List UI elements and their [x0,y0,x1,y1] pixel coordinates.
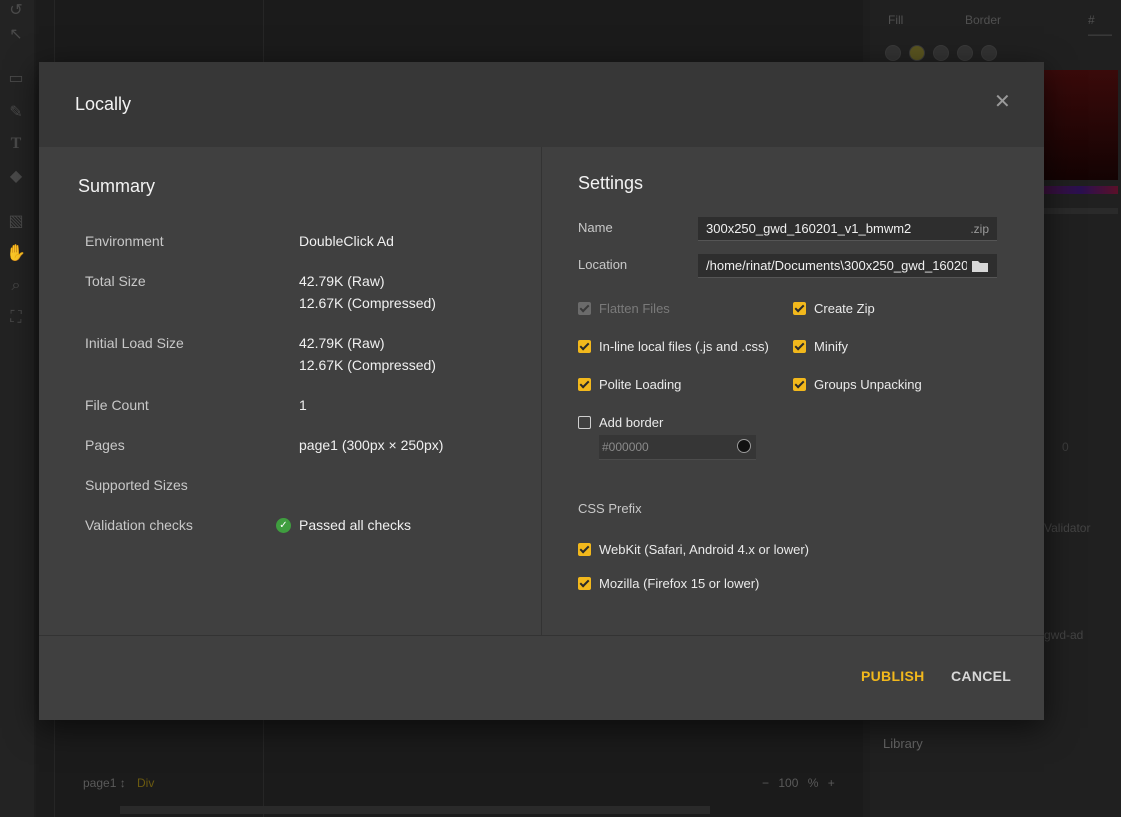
name-field: .zip [698,217,997,241]
color-picker-field[interactable] [1044,70,1118,180]
total-size-compressed: 12.67K (Compressed) [299,295,436,311]
css-prefix-label: CSS Prefix [578,501,642,516]
checkbox-box [793,340,806,353]
mozilla-label: Mozilla (Firefox 15 or lower) [599,576,760,591]
initial-load-label: Initial Load Size [85,335,184,351]
swatch-image[interactable] [981,45,997,61]
zoom-tool-icon[interactable]: ⌕ [5,275,27,297]
settings-title: Settings [578,173,644,193]
dialog-title: Locally [75,94,132,114]
checkbox-box [578,378,591,391]
zip-suffix: .zip [970,222,989,236]
alpha-slider[interactable] [1044,208,1118,214]
fill-tool-icon[interactable]: ◆ [5,166,27,188]
library-panel-title[interactable]: Library [883,736,923,751]
groups-unpacking-label: Groups Unpacking [814,377,922,392]
polite-loading-checkbox[interactable]: Polite Loading [578,377,681,393]
checkbox-box [793,302,806,315]
create-zip-label: Create Zip [814,301,875,316]
swatch-solid[interactable] [909,45,925,61]
check-circle-icon: ✓ [276,518,291,533]
3d-tool-icon[interactable]: ▧ [5,211,27,233]
page-selector[interactable]: page1 ↕ [83,776,126,790]
checkbox-box [578,302,591,315]
fill-tab[interactable]: Fill [888,13,903,27]
gwd-ad-label: gwd-ad [1044,628,1084,642]
checkbox-box [578,416,591,429]
groups-unpacking-checkbox[interactable]: Groups Unpacking [793,377,922,393]
select-tool-icon[interactable]: ↖ [5,24,27,46]
undo-icon[interactable]: ↺ [5,0,27,22]
swatch-none[interactable] [885,45,901,61]
location-field [698,254,997,278]
checkbox-box [578,577,591,590]
initial-load-raw: 42.79K (Raw) [299,335,385,351]
tool-bar: ↺ ↖ ▭ ✎ T ◆ ▧ ✋ ⌕ ⛶ [0,0,34,817]
publish-button[interactable]: PUBLISH [861,668,925,684]
initial-load-compressed: 12.67K (Compressed) [299,357,436,373]
eraser-tool-icon[interactable]: ▭ [5,68,27,90]
swatch-radial[interactable] [957,45,973,61]
minify-checkbox[interactable]: Minify [793,339,848,355]
fit-view-icon[interactable]: ⛶ [5,307,27,329]
column-divider [541,147,542,635]
location-label: Location [578,257,628,272]
hand-tool-icon[interactable]: ✋ [5,243,27,265]
name-label: Name [578,220,613,235]
add-border-checkbox[interactable]: Add border [578,415,663,431]
checkbox-box [578,340,591,353]
checkbox-box [578,543,591,556]
validation-label: Validation checks [85,517,193,533]
publish-locally-dialog: Locally ✕ Summary Environment DoubleClic… [39,62,1044,720]
location-input[interactable] [698,254,997,277]
validation-value: Passed all checks [299,517,412,533]
border-tab[interactable]: Border [965,13,1001,27]
folder-icon[interactable] [971,259,989,273]
pages-value: page1 (300px × 250px) [299,437,444,453]
text-tool-icon[interactable]: T [5,133,27,155]
hue-slider[interactable] [1044,186,1118,194]
summary-title: Summary [78,176,156,196]
pen-tool-icon[interactable]: ✎ [5,102,27,124]
webkit-checkbox[interactable]: WebKit (Safari, Android 4.x or lower) [578,542,809,558]
bg-value: 0 [1062,440,1069,454]
inline-local-files-label: In-line local files (.js and .css) [599,339,769,354]
pages-label: Pages [85,437,125,453]
total-size-label: Total Size [85,273,146,289]
environment-value: DoubleClick Ad [299,233,394,249]
inline-local-files-checkbox[interactable]: In-line local files (.js and .css) [578,339,769,355]
footer-divider [39,635,1044,636]
dialog-header: Locally ✕ [39,62,1044,147]
mozilla-checkbox[interactable]: Mozilla (Firefox 15 or lower) [578,576,759,592]
polite-loading-label: Polite Loading [599,377,682,392]
flatten-files-checkbox[interactable]: Flatten Files [578,301,670,317]
swatch-linear[interactable] [933,45,949,61]
add-border-label: Add border [599,415,664,430]
name-input[interactable] [698,217,997,240]
hex-field[interactable]: # —— [1088,13,1121,41]
border-color-value: #000000 [602,440,649,454]
horizontal-scrollbar[interactable] [120,806,710,814]
supported-sizes-label: Supported Sizes [85,477,188,493]
element-breadcrumb[interactable]: Div [137,776,154,790]
file-count-label: File Count [85,397,149,413]
environment-label: Environment [85,233,164,249]
webkit-label: WebKit (Safari, Android 4.x or lower) [599,542,810,557]
cancel-button[interactable]: CANCEL [951,668,1011,684]
minify-label: Minify [814,339,848,354]
validator-label: Validator [1044,521,1091,535]
create-zip-checkbox[interactable]: Create Zip [793,301,875,317]
border-color-field[interactable]: #000000 [599,435,756,460]
total-size-raw: 42.79K (Raw) [299,273,385,289]
color-swatch-icon[interactable] [737,439,751,453]
checkbox-box [793,378,806,391]
file-count-value: 1 [299,397,307,413]
close-icon[interactable]: ✕ [994,92,1011,112]
flatten-files-label: Flatten Files [599,301,670,316]
zoom-control[interactable]: − 100 % + [762,776,835,790]
